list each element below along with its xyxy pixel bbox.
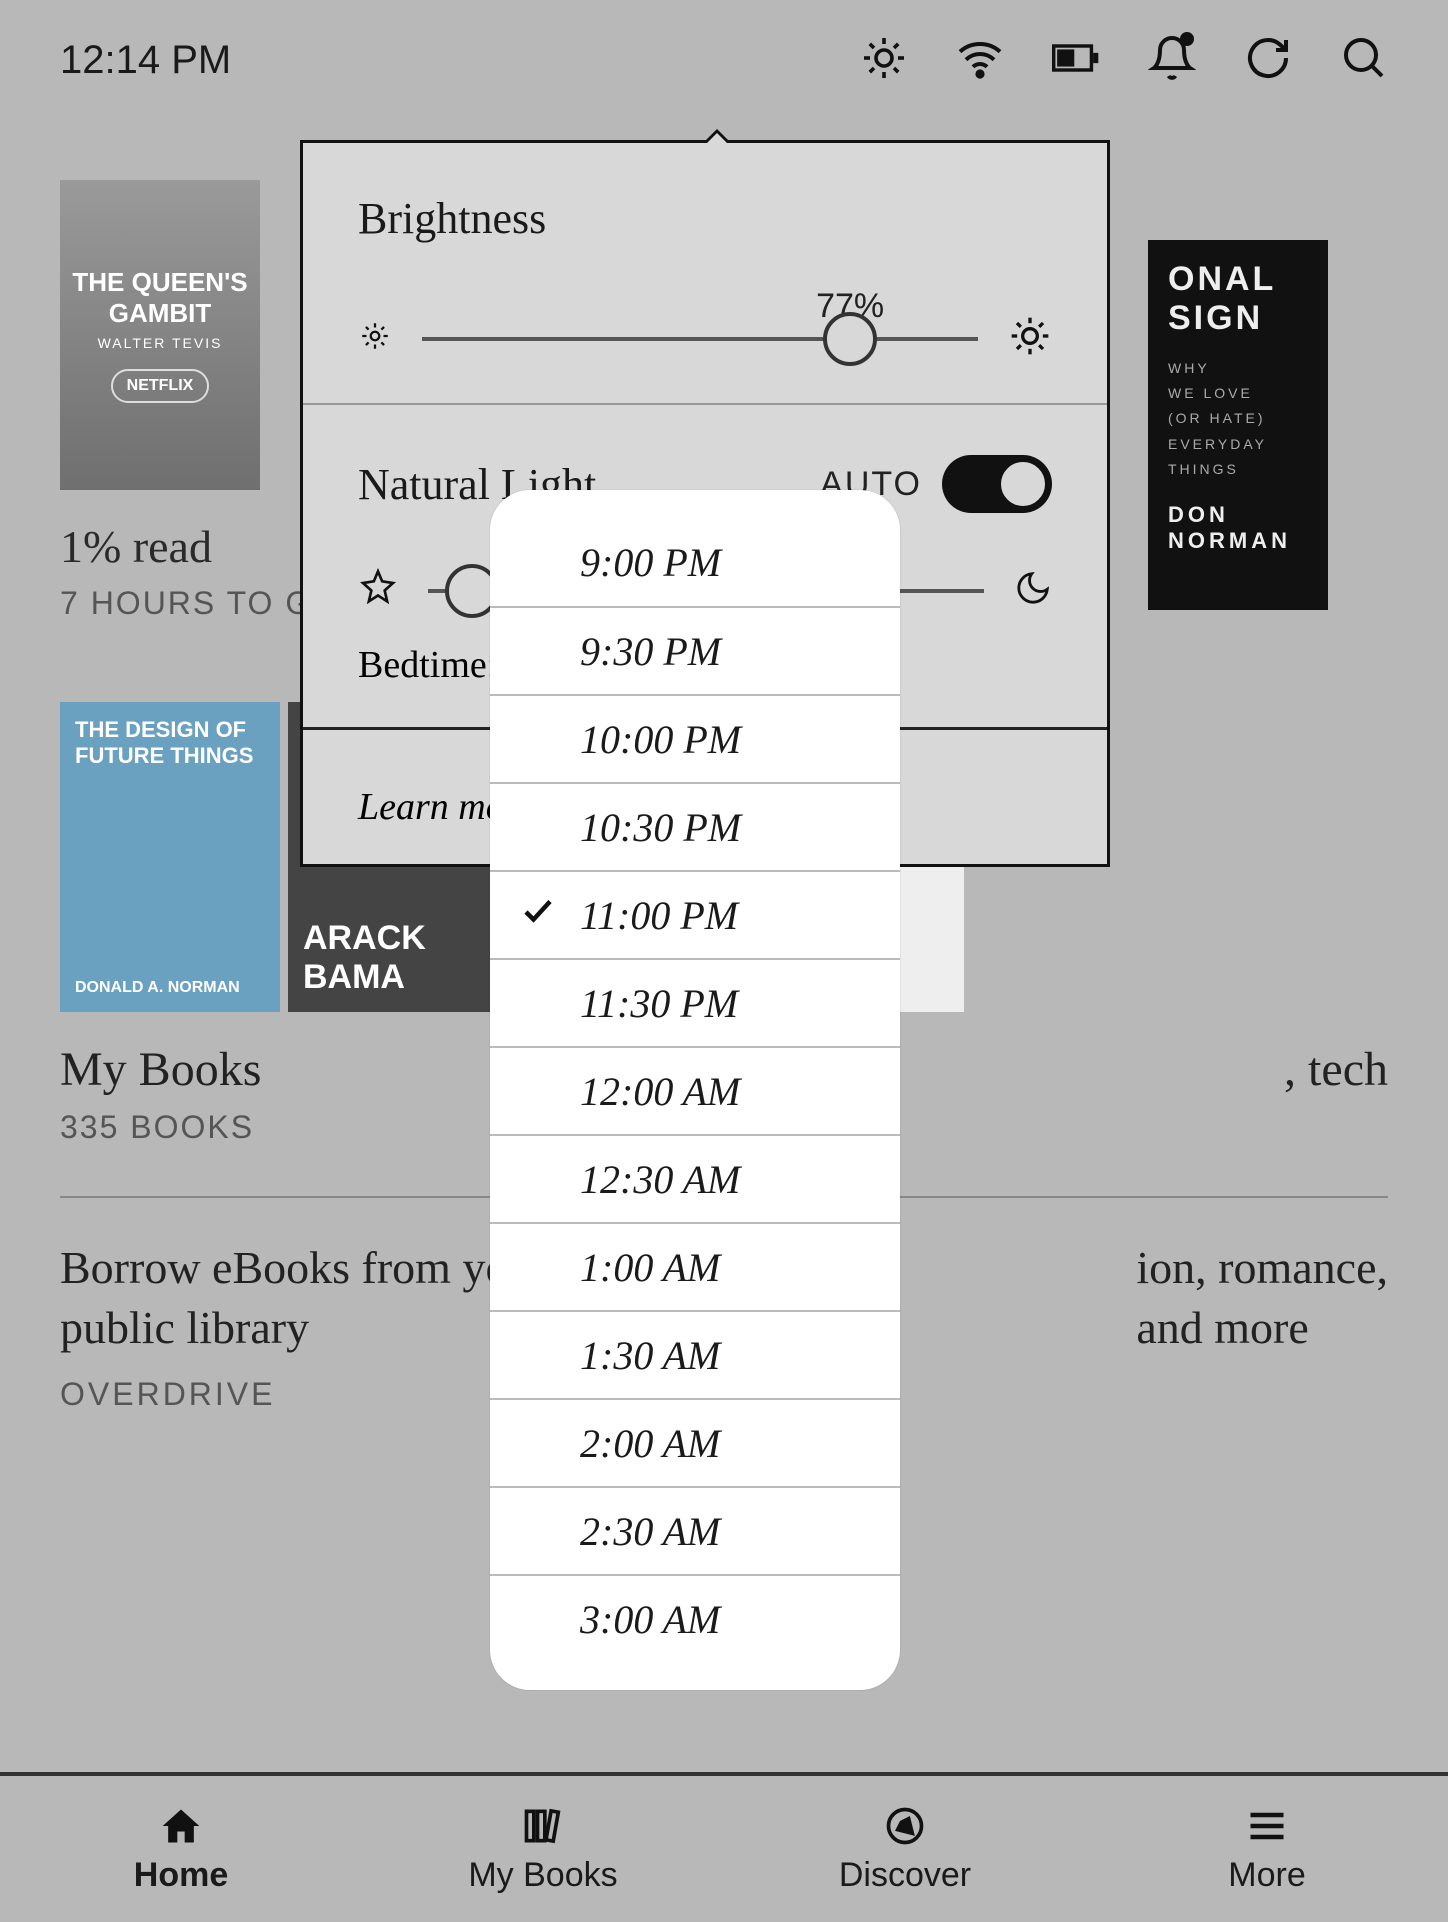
- brightness-slider[interactable]: 77%: [358, 314, 1052, 363]
- time-option[interactable]: 11:30 PM: [490, 958, 900, 1046]
- check-icon: [520, 892, 556, 939]
- nav-discover-label: Discover: [839, 1856, 971, 1895]
- sun-outline-icon: [358, 568, 398, 613]
- nav-more-label: More: [1228, 1856, 1305, 1895]
- sun-small-icon: [358, 319, 392, 358]
- time-option-label: 10:30 PM: [580, 804, 741, 851]
- time-option[interactable]: 1:30 AM: [490, 1310, 900, 1398]
- mybooks-count: 335 BOOKS: [60, 1109, 261, 1146]
- time-option-label: 1:00 AM: [580, 1244, 720, 1291]
- book-cover[interactable]: THE DESIGN OF FUTURE THINGS DONALD A. NO…: [60, 702, 280, 1012]
- time-option-label: 2:00 AM: [580, 1420, 720, 1467]
- bell-icon[interactable]: [1148, 34, 1196, 87]
- time-option-label: 11:30 PM: [580, 980, 738, 1027]
- nav-mybooks[interactable]: My Books: [362, 1776, 724, 1922]
- right-section-label: , tech: [1284, 1042, 1388, 1097]
- nav-mybooks-label: My Books: [468, 1856, 617, 1895]
- mybooks-title[interactable]: My Books: [60, 1042, 261, 1097]
- auto-toggle[interactable]: [942, 455, 1052, 513]
- time-option-label: 12:30 AM: [580, 1156, 740, 1203]
- promo-text[interactable]: Borrow eBooks from your public library: [60, 1238, 547, 1358]
- time-option[interactable]: 9:30 PM: [490, 606, 900, 694]
- wifi-icon[interactable]: [956, 34, 1004, 87]
- current-book-cover[interactable]: THE QUEEN'S GAMBIT WALTER TEVIS NETFLIX: [60, 180, 260, 490]
- time-option-label: 2:30 AM: [580, 1508, 720, 1555]
- time-option-label: 3:00 AM: [580, 1596, 720, 1643]
- time-list: 9:00 PM 9:30 PM 10:00 PM 10:30 PM 11:00 PM 11…: [490, 518, 900, 1662]
- battery-icon[interactable]: [1052, 34, 1100, 87]
- brightness-icon[interactable]: [860, 34, 908, 87]
- bottom-nav: Home My Books Discover More: [0, 1772, 1448, 1922]
- nav-home[interactable]: Home: [0, 1776, 362, 1922]
- time-option[interactable]: 11:00 PM: [490, 870, 900, 958]
- time-option-label: 12:00 AM: [580, 1068, 740, 1115]
- moon-icon: [1014, 569, 1052, 612]
- time-option[interactable]: 12:30 AM: [490, 1134, 900, 1222]
- time-option-label: 9:30 PM: [580, 628, 721, 675]
- time-option-label: 11:00 PM: [580, 892, 738, 939]
- clock: 12:14 PM: [60, 38, 231, 83]
- time-option[interactable]: 12:00 AM: [490, 1046, 900, 1134]
- status-icons: [860, 34, 1388, 87]
- time-option-label: 10:00 PM: [580, 716, 741, 763]
- status-bar: 12:14 PM: [0, 0, 1448, 120]
- time-option[interactable]: 3:00 AM: [490, 1574, 900, 1662]
- time-option[interactable]: 2:00 AM: [490, 1398, 900, 1486]
- promo-right: ion, romance, and more: [1136, 1238, 1388, 1413]
- time-option[interactable]: 10:00 PM: [490, 694, 900, 782]
- nav-home-label: Home: [134, 1856, 228, 1895]
- promo-source: OVERDRIVE: [60, 1376, 547, 1413]
- time-option-label: 9:00 PM: [580, 539, 721, 586]
- nav-more[interactable]: More: [1086, 1776, 1448, 1922]
- side-book-cover[interactable]: ONAL SIGN WHY WE LOVE (OR HATE) EVERYDAY…: [1148, 240, 1328, 610]
- brightness-title: Brightness: [358, 193, 1052, 244]
- brightness-track[interactable]: 77%: [422, 337, 978, 341]
- time-option[interactable]: 1:00 AM: [490, 1222, 900, 1310]
- bedtime-picker: 9:00 PM 9:30 PM 10:00 PM 10:30 PM 11:00 PM 11…: [490, 490, 900, 1690]
- time-option[interactable]: 10:30 PM: [490, 782, 900, 870]
- time-option-label: 1:30 AM: [580, 1332, 720, 1379]
- time-option[interactable]: 2:30 AM: [490, 1486, 900, 1574]
- nav-discover[interactable]: Discover: [724, 1776, 1086, 1922]
- sync-icon[interactable]: [1244, 34, 1292, 87]
- brightness-thumb[interactable]: [823, 312, 877, 366]
- search-icon[interactable]: [1340, 34, 1388, 87]
- time-option[interactable]: 9:00 PM: [490, 518, 900, 606]
- sun-large-icon: [1008, 314, 1052, 363]
